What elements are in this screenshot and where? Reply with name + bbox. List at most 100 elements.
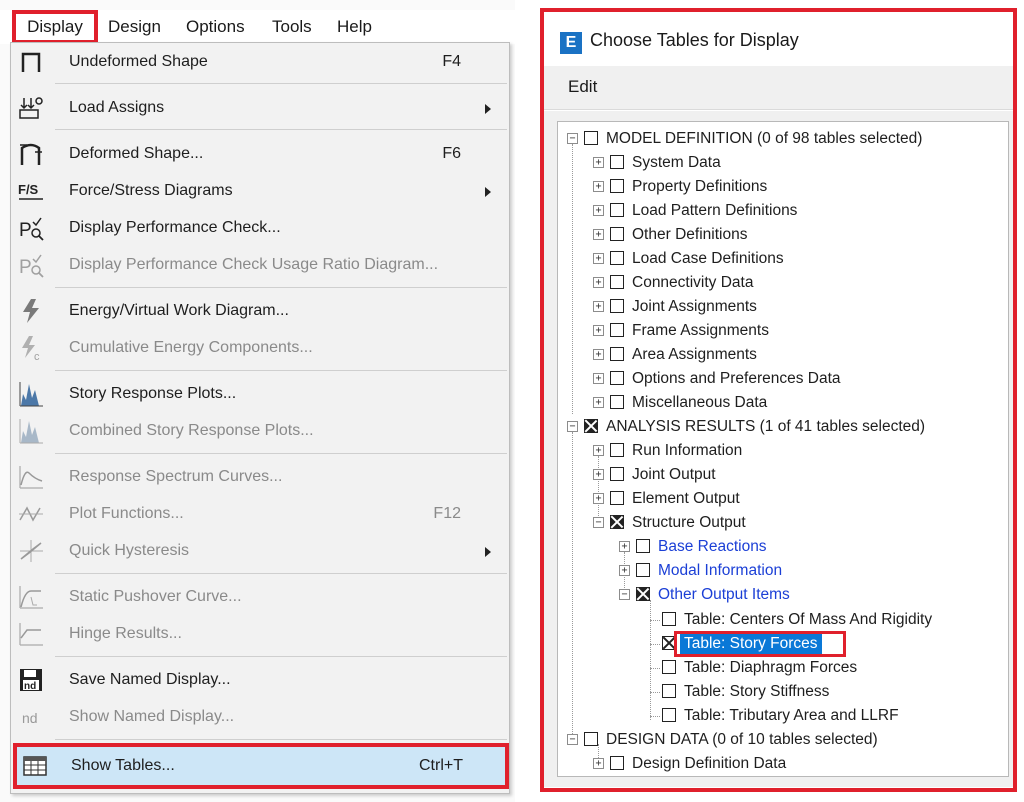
- checkbox[interactable]: [610, 443, 624, 457]
- checkbox-partial[interactable]: [584, 419, 598, 433]
- menu-item-show-named-display[interactable]: nd Show Named Display...: [11, 699, 509, 735]
- checkbox[interactable]: [610, 251, 624, 265]
- tree-node-load-pattern-definitions[interactable]: + Load Pattern Definitions: [558, 200, 1008, 222]
- checkbox[interactable]: [662, 612, 676, 626]
- collapse-icon[interactable]: −: [593, 517, 604, 528]
- checkbox[interactable]: [610, 347, 624, 361]
- menu-item-hinge-results[interactable]: Hinge Results...: [11, 616, 509, 652]
- expand-icon[interactable]: +: [593, 445, 604, 456]
- tree-node-property-definitions[interactable]: + Property Definitions: [558, 176, 1008, 198]
- checkbox[interactable]: [610, 299, 624, 313]
- collapse-icon[interactable]: −: [567, 133, 578, 144]
- expand-icon[interactable]: +: [593, 349, 604, 360]
- expand-icon[interactable]: +: [593, 397, 604, 408]
- tree-node-load-case-definitions[interactable]: + Load Case Definitions: [558, 248, 1008, 270]
- tree-node-joint-output[interactable]: + Joint Output: [558, 464, 1008, 486]
- tree-node-table-tributary-area[interactable]: Table: Tributary Area and LLRF: [558, 705, 1008, 727]
- expand-icon[interactable]: +: [593, 373, 604, 384]
- checkbox-partial[interactable]: [636, 587, 650, 601]
- checkbox[interactable]: [584, 732, 598, 746]
- menu-item-save-named-display[interactable]: nd Save Named Display...: [11, 662, 509, 698]
- menu-item-cumulative-energy[interactable]: c Cumulative Energy Components...: [11, 330, 509, 366]
- menu-item-response-spectrum[interactable]: Response Spectrum Curves...: [11, 459, 509, 495]
- menu-item-force-stress-diagrams[interactable]: F/S Force/Stress Diagrams: [11, 173, 509, 209]
- menu-tools[interactable]: Tools: [272, 10, 312, 44]
- tree-node-design-data[interactable]: − DESIGN DATA (0 of 10 tables selected): [558, 729, 1008, 751]
- collapse-icon[interactable]: −: [619, 589, 630, 600]
- tree-node-connectivity-data[interactable]: + Connectivity Data: [558, 272, 1008, 294]
- checkbox[interactable]: [584, 131, 598, 145]
- menu-options[interactable]: Options: [186, 10, 245, 44]
- menu-item-show-tables[interactable]: Show Tables... Ctrl+T: [13, 743, 509, 789]
- checkbox[interactable]: [610, 467, 624, 481]
- checkbox[interactable]: [610, 155, 624, 169]
- collapse-icon[interactable]: −: [567, 734, 578, 745]
- tree-node-options-preferences[interactable]: + Options and Preferences Data: [558, 368, 1008, 390]
- tree-node-design-definition-data[interactable]: + Design Definition Data: [558, 753, 1008, 775]
- tree-node-structure-output[interactable]: − Structure Output: [558, 512, 1008, 534]
- tree-node-table-story-stiffness[interactable]: Table: Story Stiffness: [558, 681, 1008, 703]
- collapse-icon[interactable]: −: [567, 421, 578, 432]
- expand-icon[interactable]: +: [593, 301, 604, 312]
- tree-node-frame-assignments[interactable]: + Frame Assignments: [558, 320, 1008, 342]
- tree-node-table-diaphragm-forces[interactable]: Table: Diaphragm Forces: [558, 657, 1008, 679]
- expand-icon[interactable]: +: [593, 229, 604, 240]
- tree-node-area-assignments[interactable]: + Area Assignments: [558, 344, 1008, 366]
- menu-item-combined-story-response[interactable]: Combined Story Response Plots...: [11, 413, 509, 449]
- checkbox[interactable]: [610, 371, 624, 385]
- expand-icon[interactable]: +: [619, 565, 630, 576]
- menu-item-performance-usage-ratio[interactable]: P Display Performance Check Usage Ratio …: [11, 247, 509, 283]
- menu-item-label: Display Performance Check...: [69, 219, 281, 236]
- checkbox[interactable]: [610, 203, 624, 217]
- tables-tree[interactable]: − MODEL DEFINITION (0 of 98 tables selec…: [557, 121, 1009, 777]
- expand-icon[interactable]: +: [593, 325, 604, 336]
- menu-item-display-performance-check[interactable]: P Display Performance Check...: [11, 210, 509, 246]
- expand-icon[interactable]: +: [619, 541, 630, 552]
- tree-node-miscellaneous-data[interactable]: + Miscellaneous Data: [558, 392, 1008, 414]
- expand-icon[interactable]: +: [593, 205, 604, 216]
- tree-node-modal-information[interactable]: + Modal Information: [558, 560, 1008, 582]
- tree-node-other-output-items[interactable]: − Other Output Items: [558, 584, 1008, 606]
- menu-item-plot-functions[interactable]: Plot Functions... F12: [11, 496, 509, 532]
- tree-node-analysis-results[interactable]: − ANALYSIS RESULTS (1 of 41 tables selec…: [558, 416, 1008, 438]
- tree-node-joint-assignments[interactable]: + Joint Assignments: [558, 296, 1008, 318]
- menu-item-story-response-plots[interactable]: Story Response Plots...: [11, 376, 509, 412]
- expand-icon[interactable]: +: [593, 493, 604, 504]
- expand-icon[interactable]: +: [593, 277, 604, 288]
- expand-icon[interactable]: +: [593, 469, 604, 480]
- menu-item-energy-virtual-work[interactable]: Energy/Virtual Work Diagram...: [11, 293, 509, 329]
- checkbox[interactable]: [662, 684, 676, 698]
- checkbox[interactable]: [610, 227, 624, 241]
- expand-icon[interactable]: +: [593, 157, 604, 168]
- checkbox[interactable]: [636, 539, 650, 553]
- checkbox[interactable]: [662, 660, 676, 674]
- menu-item-static-pushover-curve[interactable]: Static Pushover Curve...: [11, 579, 509, 615]
- tree-node-run-information[interactable]: + Run Information: [558, 440, 1008, 462]
- menu-edit[interactable]: Edit: [568, 66, 597, 108]
- checkbox[interactable]: [610, 491, 624, 505]
- tree-node-model-definition[interactable]: − MODEL DEFINITION (0 of 98 tables selec…: [558, 128, 1008, 150]
- tree-node-base-reactions[interactable]: + Base Reactions: [558, 536, 1008, 558]
- tree-node-table-centers-of-mass[interactable]: Table: Centers Of Mass And Rigidity: [558, 609, 1008, 631]
- checkbox[interactable]: [610, 275, 624, 289]
- tree-node-element-output[interactable]: + Element Output: [558, 488, 1008, 510]
- checkbox[interactable]: [610, 756, 624, 770]
- checkbox[interactable]: [662, 708, 676, 722]
- expand-icon[interactable]: +: [593, 253, 604, 264]
- checkbox[interactable]: [610, 179, 624, 193]
- menu-design[interactable]: Design: [108, 10, 161, 44]
- menu-item-load-assigns[interactable]: Load Assigns: [11, 90, 509, 126]
- menu-help[interactable]: Help: [337, 10, 372, 44]
- expand-icon[interactable]: +: [593, 758, 604, 769]
- menu-display[interactable]: Display: [12, 10, 98, 44]
- menu-item-quick-hysteresis[interactable]: Quick Hysteresis: [11, 533, 509, 569]
- checkbox[interactable]: [610, 395, 624, 409]
- tree-node-system-data[interactable]: + System Data: [558, 152, 1008, 174]
- checkbox[interactable]: [610, 323, 624, 337]
- menu-item-undeformed-shape[interactable]: Undeformed Shape F4: [11, 44, 509, 80]
- expand-icon[interactable]: +: [593, 181, 604, 192]
- checkbox[interactable]: [636, 563, 650, 577]
- checkbox-partial[interactable]: [610, 515, 624, 529]
- menu-item-deformed-shape[interactable]: Deformed Shape... F6: [11, 136, 509, 172]
- tree-node-other-definitions[interactable]: + Other Definitions: [558, 224, 1008, 246]
